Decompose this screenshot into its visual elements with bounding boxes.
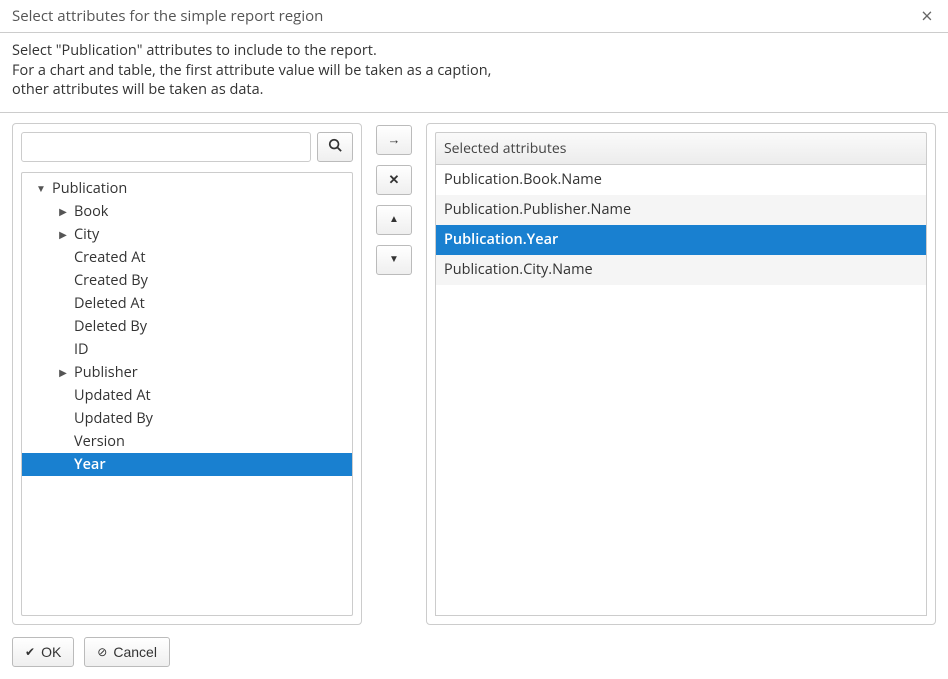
divider (0, 32, 948, 33)
tree-node-city[interactable]: ▶ City (22, 223, 352, 246)
list-item[interactable]: Publication.Publisher.Name (436, 195, 926, 225)
search-icon (328, 138, 342, 155)
tree-node-created-at[interactable]: ▶ Created At (22, 246, 352, 269)
list-item[interactable]: Publication.Year (436, 225, 926, 255)
tree-node-label: City (70, 225, 99, 244)
dialog-title: Select attributes for the simple report … (12, 6, 323, 26)
cancel-label: Cancel (113, 644, 157, 660)
triangle-up-icon: ▲ (389, 214, 399, 225)
tree-node-id[interactable]: ▶ ID (22, 338, 352, 361)
titlebar: Select attributes for the simple report … (0, 0, 948, 30)
ok-label: OK (41, 644, 61, 660)
remove-button[interactable]: ✕ (376, 165, 412, 195)
check-icon: ✔ (25, 645, 35, 659)
instruction-line: other attributes will be taken as data. (12, 80, 936, 100)
list-item-label: Publication.Publisher.Name (444, 200, 631, 219)
tree-node-label: Year (70, 455, 106, 474)
tree-node-publication[interactable]: ▼ Publication (22, 177, 352, 200)
tree-node-deleted-at[interactable]: ▶ Deleted At (22, 292, 352, 315)
list-item-label: Publication.Book.Name (444, 170, 602, 189)
instructions: Select "Publication" attributes to inclu… (0, 41, 948, 106)
tree-node-updated-by[interactable]: ▶ Updated By (22, 407, 352, 430)
chevron-right-icon[interactable]: ▶ (56, 204, 70, 218)
selected-list-header: Selected attributes (435, 132, 927, 164)
tree-node-publisher[interactable]: ▶ Publisher (22, 361, 352, 384)
attribute-tree[interactable]: ▼ Publication ▶ Book ▶ City ▶ Created At… (21, 172, 353, 616)
move-down-button[interactable]: ▼ (376, 245, 412, 275)
tree-node-label: Updated By (70, 409, 153, 428)
footer: ✔ OK ⊘ Cancel (0, 625, 948, 679)
tree-node-label: Book (70, 202, 108, 221)
tree-node-label: Publication (48, 179, 127, 198)
instruction-line: For a chart and table, the first attribu… (12, 61, 936, 81)
tree-node-label: Created By (70, 271, 148, 290)
tree-node-label: Updated At (70, 386, 151, 405)
search-row (21, 132, 353, 162)
content: ▼ Publication ▶ Book ▶ City ▶ Created At… (0, 123, 948, 625)
selected-list[interactable]: Publication.Book.Name Publication.Publis… (435, 164, 927, 616)
list-item-label: Publication.Year (444, 230, 558, 249)
ban-icon: ⊘ (97, 645, 107, 659)
tree-node-label: ID (70, 340, 89, 359)
chevron-right-icon[interactable]: ▶ (56, 365, 70, 379)
x-icon: ✕ (389, 172, 400, 188)
tree-node-book[interactable]: ▶ Book (22, 200, 352, 223)
move-up-button[interactable]: ▲ (376, 205, 412, 235)
list-item[interactable]: Publication.City.Name (436, 255, 926, 285)
instruction-line: Select "Publication" attributes to inclu… (12, 41, 936, 61)
ok-button[interactable]: ✔ OK (12, 637, 74, 667)
tree-node-updated-at[interactable]: ▶ Updated At (22, 384, 352, 407)
tree-node-created-by[interactable]: ▶ Created By (22, 269, 352, 292)
tree-node-year[interactable]: ▶ Year (22, 453, 352, 476)
tree-node-label: Deleted By (70, 317, 147, 336)
tree-node-label: Version (70, 432, 125, 451)
transfer-buttons: → ✕ ▲ ▼ (376, 123, 412, 625)
search-button[interactable] (317, 132, 353, 162)
cancel-button[interactable]: ⊘ Cancel (84, 637, 170, 667)
chevron-down-icon[interactable]: ▼ (34, 181, 48, 195)
divider (0, 112, 948, 113)
search-input[interactable] (21, 132, 311, 162)
close-icon[interactable]: × (916, 6, 938, 26)
list-item[interactable]: Publication.Book.Name (436, 165, 926, 195)
tree-node-label: Publisher (70, 363, 138, 382)
available-attributes-panel: ▼ Publication ▶ Book ▶ City ▶ Created At… (12, 123, 362, 625)
chevron-right-icon[interactable]: ▶ (56, 227, 70, 241)
add-button[interactable]: → (376, 125, 412, 155)
list-item-label: Publication.City.Name (444, 260, 593, 279)
selected-attributes-panel: Selected attributes Publication.Book.Nam… (426, 123, 936, 625)
tree-node-deleted-by[interactable]: ▶ Deleted By (22, 315, 352, 338)
dialog: Select attributes for the simple report … (0, 0, 948, 679)
arrow-right-icon: → (388, 132, 401, 147)
tree-node-label: Deleted At (70, 294, 145, 313)
tree-node-label: Created At (70, 248, 146, 267)
tree-node-version[interactable]: ▶ Version (22, 430, 352, 453)
triangle-down-icon: ▼ (389, 254, 399, 265)
